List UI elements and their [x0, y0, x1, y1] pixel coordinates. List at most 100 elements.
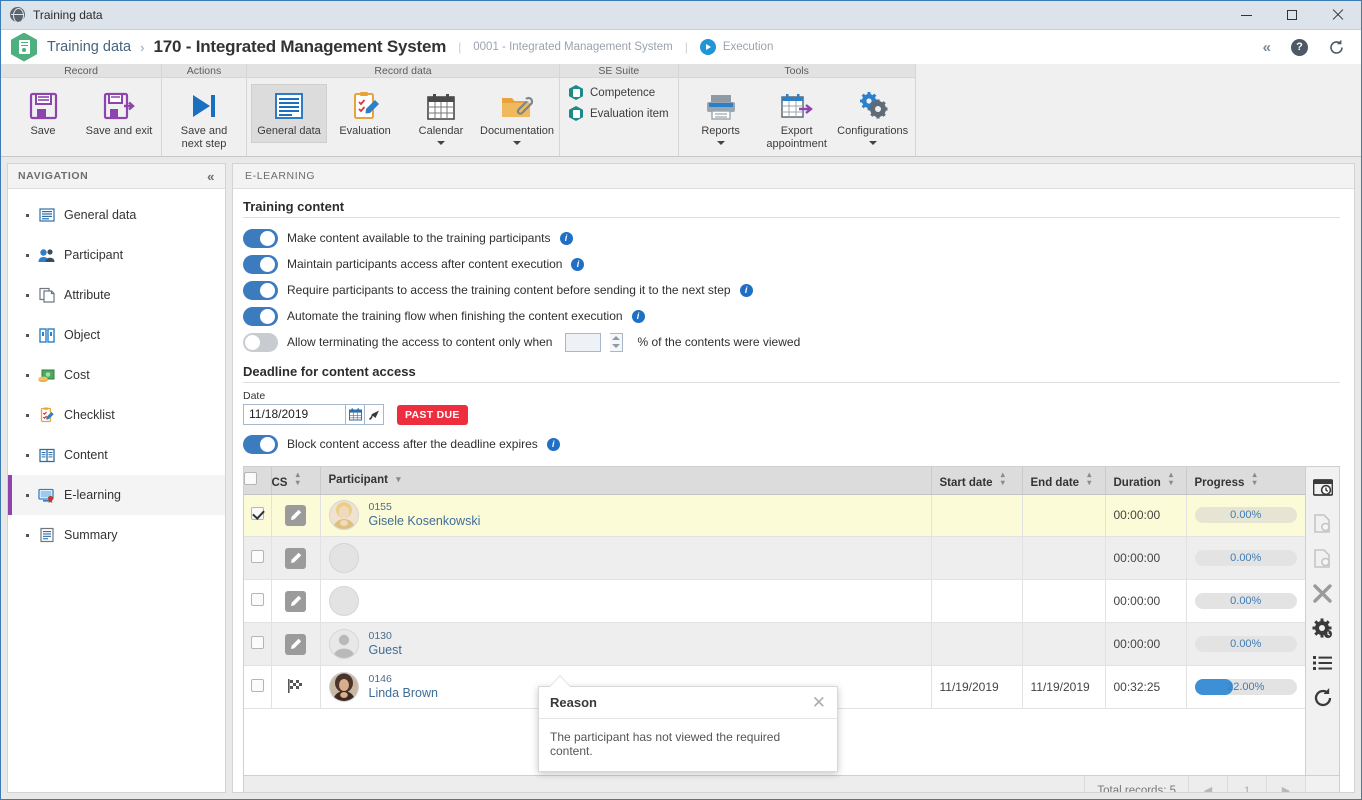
sidebar-item-checklist[interactable]: Checklist	[8, 395, 225, 435]
general-data-button[interactable]: General data	[251, 84, 327, 143]
table-row[interactable]: 00:00:00 0.00%	[244, 579, 1305, 624]
toggle-automate-flow[interactable]	[243, 306, 278, 326]
panel-tab-elearning[interactable]: E-LEARNING	[233, 164, 1354, 189]
competence-button[interactable]: Competence	[569, 85, 669, 100]
close-button[interactable]	[1315, 1, 1361, 30]
info-icon[interactable]: i	[571, 257, 585, 271]
header-duration[interactable]: Duration ▴ ▾	[1105, 467, 1187, 495]
row-checkbox-cell[interactable]	[244, 579, 272, 624]
table-row[interactable]: 0130 Guest 00:00:00 0.00%	[244, 622, 1305, 667]
select-all-checkbox[interactable]	[244, 472, 257, 486]
row-checkbox[interactable]	[250, 636, 264, 650]
row-checkbox[interactable]	[250, 679, 264, 693]
row-checkbox-cell[interactable]	[244, 665, 272, 709]
sidebar-item-content[interactable]: Content	[8, 435, 225, 475]
delete-icon[interactable]	[1312, 582, 1334, 604]
header-cs[interactable]: CS ▴ ▾	[271, 467, 321, 495]
row-cs-cell[interactable]	[271, 494, 321, 538]
row-cs-cell[interactable]	[271, 536, 321, 581]
header-progress[interactable]: Progress ▴ ▾	[1186, 467, 1305, 495]
chevron-down-icon[interactable]	[868, 141, 877, 145]
pencil-icon[interactable]	[285, 547, 306, 569]
sidebar-item-object[interactable]: Object	[8, 315, 225, 355]
maximize-button[interactable]	[1269, 1, 1315, 30]
prev-page-button[interactable]: ◀	[1188, 776, 1227, 792]
sort-icon[interactable]: ▴ ▾	[1001, 471, 1005, 487]
header-start-date[interactable]: Start date ▴ ▾	[931, 467, 1023, 495]
header-select-all[interactable]	[244, 467, 272, 495]
participant-name[interactable]: Guest	[369, 643, 402, 658]
percent-stepper[interactable]	[610, 332, 624, 352]
preview-window-icon[interactable]	[1312, 477, 1334, 499]
toggle-make-content-available[interactable]	[243, 228, 278, 248]
evaluation-item-button[interactable]: Evaluation item	[569, 106, 669, 121]
toggle-maintain-access[interactable]	[243, 254, 278, 274]
save-button[interactable]: Save	[5, 84, 81, 143]
next-page-button[interactable]: ▶	[1266, 776, 1305, 792]
row-cs-cell[interactable]	[271, 579, 321, 624]
row-checkbox-cell[interactable]	[244, 494, 272, 538]
sort-icon[interactable]: ▴ ▾	[1253, 471, 1257, 487]
info-icon[interactable]: i	[559, 231, 573, 245]
row-checkbox[interactable]	[250, 593, 264, 607]
reports-button[interactable]: Reports	[683, 84, 759, 150]
participant-name[interactable]: Gisele Kosenkowski	[369, 514, 481, 529]
configurations-button[interactable]: Configurations	[835, 84, 911, 150]
sort-icon-desc[interactable]: ▾	[396, 475, 401, 484]
pencil-icon[interactable]	[285, 504, 306, 526]
sort-icon[interactable]: ▴ ▾	[1169, 471, 1173, 487]
sort-icon[interactable]: ▴ ▾	[296, 471, 300, 487]
calendar-button[interactable]: Calendar	[403, 84, 479, 150]
minimize-button[interactable]	[1223, 1, 1269, 30]
clear-date-icon[interactable]	[365, 404, 384, 425]
documentation-button[interactable]: Documentation	[479, 84, 555, 150]
close-icon[interactable]: ✕	[812, 694, 826, 711]
sidebar-item-summary[interactable]: Summary	[8, 515, 225, 555]
sidebar-item-cost[interactable]: Cost	[8, 355, 225, 395]
table-row[interactable]: 00:00:00 0.00%	[244, 536, 1305, 581]
save-and-next-step-button[interactable]: Save and next step	[166, 84, 242, 156]
flag-icon[interactable]	[287, 678, 304, 698]
sidebar-item-general-data[interactable]: General data	[8, 195, 225, 235]
sort-icon[interactable]: ▴ ▾	[1087, 471, 1091, 487]
row-cs-cell[interactable]	[271, 665, 321, 709]
help-icon[interactable]: ?	[1291, 38, 1308, 56]
page-number[interactable]: 1	[1227, 776, 1266, 792]
info-icon[interactable]: i	[546, 437, 560, 451]
info-icon[interactable]: i	[739, 283, 753, 297]
info-icon[interactable]: i	[631, 309, 645, 323]
date-input[interactable]: 11/18/2019	[243, 404, 346, 425]
chevron-down-icon[interactable]	[437, 141, 445, 145]
sidebar-item-attribute[interactable]: Attribute	[8, 275, 225, 315]
save-and-exit-button[interactable]: Save and exit	[81, 84, 157, 143]
header-participant[interactable]: Participant ▾	[320, 467, 932, 495]
row-cs-cell[interactable]	[271, 622, 321, 667]
pencil-icon[interactable]	[285, 590, 306, 612]
toggle-require-access[interactable]	[243, 280, 278, 300]
collapse-icon[interactable]: «	[207, 170, 215, 183]
sidebar-item-e-learning[interactable]: E-learning	[8, 475, 225, 515]
percent-input[interactable]	[565, 332, 602, 352]
row-checkbox[interactable]	[250, 550, 264, 564]
sidebar-item-participant[interactable]: Participant	[8, 235, 225, 275]
toggle-percent-rule[interactable]	[243, 332, 278, 352]
pencil-icon[interactable]	[285, 633, 306, 655]
settings-gear-icon[interactable]	[1312, 617, 1334, 639]
toggle-block-content[interactable]	[243, 434, 278, 454]
participant-name[interactable]: Linda Brown	[369, 686, 439, 701]
row-checkbox-cell[interactable]	[244, 622, 272, 667]
chevron-down-icon[interactable]	[513, 141, 521, 145]
calendar-picker-icon[interactable]	[346, 404, 365, 425]
row-checkbox[interactable]	[250, 507, 264, 521]
breadcrumb-root[interactable]: Training data	[47, 39, 131, 55]
refresh-icon[interactable]	[1328, 39, 1345, 56]
evaluation-button[interactable]: Evaluation	[327, 84, 403, 143]
header-end-date[interactable]: End date ▴ ▾	[1022, 467, 1106, 495]
table-row[interactable]: 0155 Gisele Kosenkowski 00:00:00 0.00%	[244, 494, 1305, 538]
chevron-down-icon[interactable]	[716, 141, 725, 145]
export-appointment-button[interactable]: Export appointment	[759, 84, 835, 156]
row-checkbox-cell[interactable]	[244, 536, 272, 581]
refresh-icon[interactable]	[1312, 687, 1334, 709]
list-icon[interactable]	[1312, 652, 1334, 674]
chevron-up-icon[interactable]: «	[1263, 40, 1271, 55]
